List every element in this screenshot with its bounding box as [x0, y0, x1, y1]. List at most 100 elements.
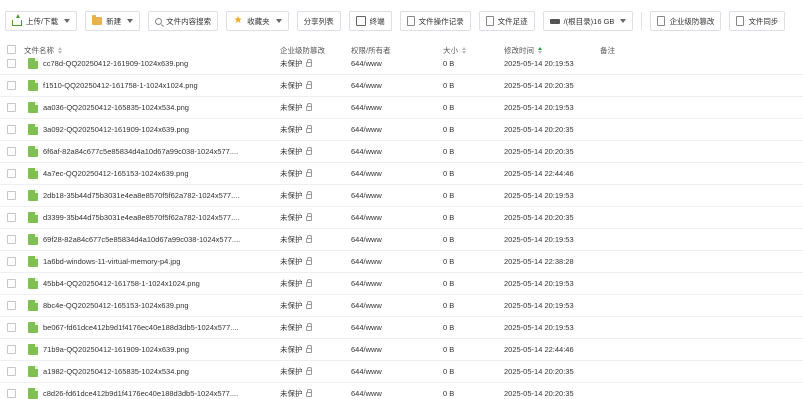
- lock-icon: [305, 367, 312, 375]
- protection-status[interactable]: 未保护: [280, 234, 312, 245]
- row-checkbox[interactable]: [7, 191, 16, 200]
- table-row[interactable]: 2db18-35b44d75b3031e4ea8e8570f5f62a782-1…: [0, 185, 803, 207]
- file-name[interactable]: d3399-35b44d75b3031e4ea8e8570f5f62a782-1…: [43, 213, 239, 222]
- permission-owner[interactable]: 644/www: [351, 103, 382, 112]
- table-row[interactable]: 8bc4e-QQ20250412-165153-1024x639.png 未保护 6…: [0, 295, 803, 317]
- table-row[interactable]: be067-fd61dce412b9d1f4176ec40e188d3db5-1…: [0, 317, 803, 339]
- protection-status[interactable]: 未保护: [280, 190, 312, 201]
- disk-select[interactable]: /(根目录)16 GB: [542, 11, 634, 31]
- row-checkbox[interactable]: [7, 59, 16, 68]
- table-row[interactable]: 71b9a-QQ20250412-161909-1024x639.png 未保护 6…: [0, 339, 803, 361]
- row-checkbox[interactable]: [7, 125, 16, 134]
- row-checkbox[interactable]: [7, 81, 16, 90]
- table-row[interactable]: 45bb4-QQ20250412-161758-1-1024x1024.png 未…: [0, 273, 803, 295]
- protection-status[interactable]: 未保护: [280, 322, 312, 333]
- permission-owner[interactable]: 644/www: [351, 213, 382, 222]
- permission-owner[interactable]: 644/www: [351, 301, 382, 310]
- terminal-button[interactable]: 终端: [348, 11, 392, 31]
- favorites-button[interactable]: ★ 收藏夹: [226, 11, 289, 31]
- row-checkbox[interactable]: [7, 147, 16, 156]
- table-row[interactable]: 1a6bd-windows-11-virtual-memory-p4.jpg 未保…: [0, 251, 803, 273]
- permission-owner[interactable]: 644/www: [351, 235, 382, 244]
- file-name[interactable]: 69f28-82a84c677c5e85834d4a10d67a99c038-1…: [43, 235, 240, 244]
- file-name[interactable]: 6f6af-82a84c677c5e85834d4a10d67a99c038-1…: [43, 147, 238, 156]
- permission-owner[interactable]: 644/www: [351, 279, 382, 288]
- file-name[interactable]: aa036-QQ20250412-165835-1024x534.png: [43, 103, 189, 112]
- table-row[interactable]: aa036-QQ20250412-165835-1024x534.png 未保护 6…: [0, 97, 803, 119]
- share-list-button[interactable]: 分享列表: [296, 11, 341, 31]
- protection-status[interactable]: 未保护: [280, 344, 312, 355]
- row-checkbox[interactable]: [7, 345, 16, 354]
- protection-status[interactable]: 未保护: [280, 80, 312, 91]
- permission-owner[interactable]: 644/www: [351, 147, 382, 156]
- protection-status[interactable]: 未保护: [280, 278, 312, 289]
- modified-time: 2025-05-14 20:19:53: [504, 235, 574, 244]
- table-row[interactable]: f1510-QQ20250412-161758-1-1024x1024.png 未…: [0, 75, 803, 97]
- permission-owner[interactable]: 644/www: [351, 59, 382, 68]
- modified-time: 2025-05-14 20:20:35: [504, 81, 574, 90]
- protection-status[interactable]: 未保护: [280, 300, 312, 311]
- file-name[interactable]: be067-fd61dce412b9d1f4176ec40e188d3db5-1…: [43, 323, 239, 332]
- permission-owner[interactable]: 644/www: [351, 169, 382, 178]
- table-row[interactable]: a1982-QQ20250412-165835-1024x534.png 未保护 6…: [0, 361, 803, 383]
- table-row[interactable]: d3399-35b44d75b3031e4ea8e8570f5f62a782-1…: [0, 207, 803, 229]
- row-checkbox[interactable]: [7, 301, 16, 310]
- lock-icon: [305, 323, 312, 331]
- table-row[interactable]: 3a092-QQ20250412-161909-1024x639.png 未保护 6…: [0, 119, 803, 141]
- disk-path-label: /(根目录)16 GB: [563, 16, 615, 26]
- file-traces-button[interactable]: 文件足迹: [478, 11, 535, 31]
- enterprise-tamper-button[interactable]: 企业级防篡改: [650, 11, 722, 31]
- table-row[interactable]: cc78d-QQ20250412-161909-1024x639.png 未保护 6…: [0, 53, 803, 75]
- modified-time: 2025-05-14 20:19:53: [504, 59, 574, 68]
- protection-status[interactable]: 未保护: [280, 366, 312, 377]
- permission-owner[interactable]: 644/www: [351, 81, 382, 90]
- row-checkbox[interactable]: [7, 103, 16, 112]
- protection-status[interactable]: 未保护: [280, 124, 312, 135]
- row-checkbox[interactable]: [7, 323, 16, 332]
- file-sync-button[interactable]: 文件同步: [729, 11, 786, 31]
- image-file-icon: [28, 190, 38, 201]
- permission-owner[interactable]: 644/www: [351, 257, 382, 266]
- file-name[interactable]: 45bb4-QQ20250412-161758-1-1024x1024.png: [43, 279, 200, 288]
- protection-status[interactable]: 未保护: [280, 388, 312, 399]
- permission-owner[interactable]: 644/www: [351, 125, 382, 134]
- protection-status[interactable]: 未保护: [280, 146, 312, 157]
- content-search-button[interactable]: 文件内容搜索: [148, 11, 219, 31]
- permission-owner[interactable]: 644/www: [351, 389, 382, 398]
- file-name[interactable]: 8bc4e-QQ20250412-165153-1024x639.png: [43, 301, 189, 310]
- protection-status[interactable]: 未保护: [280, 58, 312, 69]
- table-row[interactable]: 69f28-82a84c677c5e85834d4a10d67a99c038-1…: [0, 229, 803, 251]
- file-name[interactable]: f1510-QQ20250412-161758-1-1024x1024.png: [43, 81, 198, 90]
- file-size: 0 B: [443, 389, 455, 398]
- protection-status[interactable]: 未保护: [280, 168, 312, 179]
- row-checkbox[interactable]: [7, 367, 16, 376]
- protection-status[interactable]: 未保护: [280, 102, 312, 113]
- table-row[interactable]: c8d26-fd61dce412b9d1f4176ec40e188d3db5-1…: [0, 383, 803, 399]
- table-row[interactable]: 4a7ec-QQ20250412-165153-1024x639.png 未保护 6…: [0, 163, 803, 185]
- row-checkbox[interactable]: [7, 279, 16, 288]
- protection-status[interactable]: 未保护: [280, 212, 312, 223]
- row-checkbox[interactable]: [7, 235, 16, 244]
- file-name[interactable]: c8d26-fd61dce412b9d1f4176ec40e188d3db5-1…: [43, 389, 238, 398]
- row-checkbox[interactable]: [7, 257, 16, 266]
- image-file-icon: [28, 278, 38, 289]
- permission-owner[interactable]: 644/www: [351, 367, 382, 376]
- upload-download-button[interactable]: 上传/下载: [5, 11, 78, 31]
- new-button[interactable]: 新建: [85, 11, 141, 31]
- file-name[interactable]: 3a092-QQ20250412-161909-1024x639.png: [43, 125, 189, 134]
- file-name[interactable]: cc78d-QQ20250412-161909-1024x639.png: [43, 59, 188, 68]
- protection-status[interactable]: 未保护: [280, 256, 312, 267]
- permission-owner[interactable]: 644/www: [351, 345, 382, 354]
- row-checkbox[interactable]: [7, 213, 16, 222]
- file-name[interactable]: 2db18-35b44d75b3031e4ea8e8570f5f62a782-1…: [43, 191, 239, 200]
- file-name[interactable]: 71b9a-QQ20250412-161909-1024x639.png: [43, 345, 189, 354]
- file-name[interactable]: a1982-QQ20250412-165835-1024x534.png: [43, 367, 189, 376]
- file-op-log-button[interactable]: 文件操作记录: [399, 11, 471, 31]
- table-row[interactable]: 6f6af-82a84c677c5e85834d4a10d67a99c038-1…: [0, 141, 803, 163]
- permission-owner[interactable]: 644/www: [351, 323, 382, 332]
- file-name[interactable]: 1a6bd-windows-11-virtual-memory-p4.jpg: [43, 257, 180, 266]
- permission-owner[interactable]: 644/www: [351, 191, 382, 200]
- row-checkbox[interactable]: [7, 389, 16, 398]
- row-checkbox[interactable]: [7, 169, 16, 178]
- file-name[interactable]: 4a7ec-QQ20250412-165153-1024x639.png: [43, 169, 189, 178]
